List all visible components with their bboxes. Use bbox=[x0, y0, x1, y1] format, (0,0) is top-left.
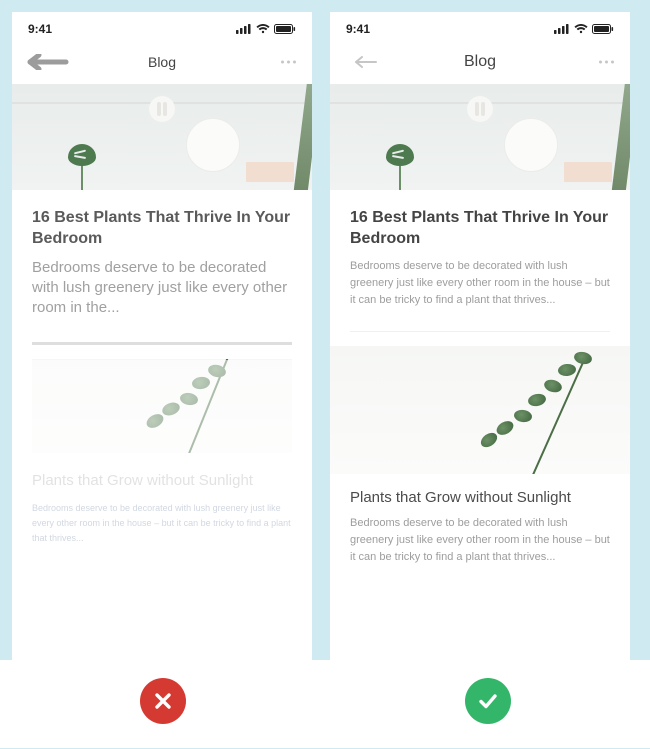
nav-bar: Blog bbox=[330, 40, 630, 84]
battery-icon bbox=[274, 24, 296, 34]
post-title: 16 Best Plants That Thrive In Your Bedro… bbox=[350, 208, 610, 250]
more-button[interactable] bbox=[599, 61, 614, 64]
divider bbox=[350, 331, 610, 332]
post-excerpt: Bedrooms deserve to be decorated with lu… bbox=[350, 515, 610, 566]
post-excerpt: Bedrooms deserve to be decorated with lu… bbox=[32, 258, 292, 319]
post-card[interactable]: 16 Best Plants That Thrive In Your Bedro… bbox=[330, 190, 630, 323]
wifi-icon bbox=[256, 24, 270, 34]
bad-example-badge bbox=[140, 678, 186, 724]
check-icon bbox=[476, 689, 500, 713]
status-time: 9:41 bbox=[346, 22, 370, 36]
page-title: Blog bbox=[148, 54, 176, 70]
post-hero-image bbox=[330, 84, 630, 190]
verdict-row bbox=[0, 660, 650, 748]
cellular-signal-icon bbox=[236, 24, 252, 34]
post-title: Plants that Grow without Sunlight bbox=[350, 488, 610, 508]
back-arrow-icon bbox=[353, 56, 379, 68]
post-title: Plants that Grow without Sunlight bbox=[32, 471, 292, 491]
post-thumbnail bbox=[32, 359, 292, 453]
back-button[interactable] bbox=[26, 48, 70, 76]
post-card[interactable]: Plants that Grow without Sunlight Bedroo… bbox=[12, 453, 312, 560]
battery-icon bbox=[592, 24, 614, 34]
post-hero-image bbox=[12, 84, 312, 190]
good-example-badge bbox=[465, 678, 511, 724]
cellular-signal-icon bbox=[554, 24, 570, 34]
back-button[interactable] bbox=[344, 48, 388, 76]
post-thumbnail bbox=[330, 346, 630, 474]
status-bar: 9:41 bbox=[12, 12, 312, 40]
post-excerpt: Bedrooms deserve to be decorated with lu… bbox=[32, 501, 292, 547]
post-excerpt: Bedrooms deserve to be decorated with lu… bbox=[350, 258, 610, 309]
back-arrow-icon bbox=[26, 54, 70, 70]
post-card[interactable]: Plants that Grow without Sunlight Bedroo… bbox=[330, 474, 630, 581]
cross-icon bbox=[152, 690, 174, 712]
post-title: 16 Best Plants That Thrive In Your Bedro… bbox=[32, 208, 292, 250]
phone-good-example: 9:41 Blog bbox=[330, 12, 630, 660]
divider bbox=[32, 342, 292, 345]
page-title: Blog bbox=[464, 53, 496, 71]
status-bar: 9:41 bbox=[330, 12, 630, 40]
post-card[interactable]: 16 Best Plants That Thrive In Your Bedro… bbox=[12, 190, 312, 332]
status-time: 9:41 bbox=[28, 22, 52, 36]
more-button[interactable] bbox=[281, 61, 296, 64]
nav-bar: Blog bbox=[12, 40, 312, 84]
phone-bad-example: 9:41 Blog bbox=[12, 12, 312, 660]
wifi-icon bbox=[574, 24, 588, 34]
